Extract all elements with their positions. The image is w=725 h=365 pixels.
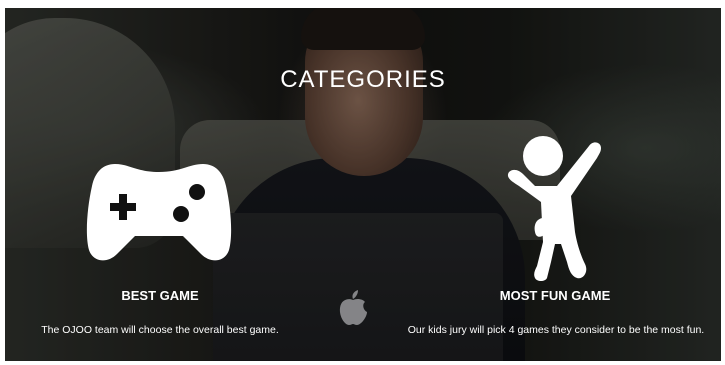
jumping-kid-icon [507, 136, 601, 281]
gamepad-icon [86, 164, 232, 261]
category-title-best-game: BEST GAME [121, 288, 199, 303]
category-description-most-fun-game: Our kids jury will pick 4 games they con… [407, 324, 705, 336]
category-description-best-game: The OJOO team will choose the overall be… [41, 324, 279, 336]
section-title: CATEGORIES [280, 66, 446, 93]
category-title-most-fun-game: MOST FUN GAME [499, 288, 611, 303]
categories-hero: CATEGORIES BEST GAME The OJOO team will … [5, 8, 721, 361]
